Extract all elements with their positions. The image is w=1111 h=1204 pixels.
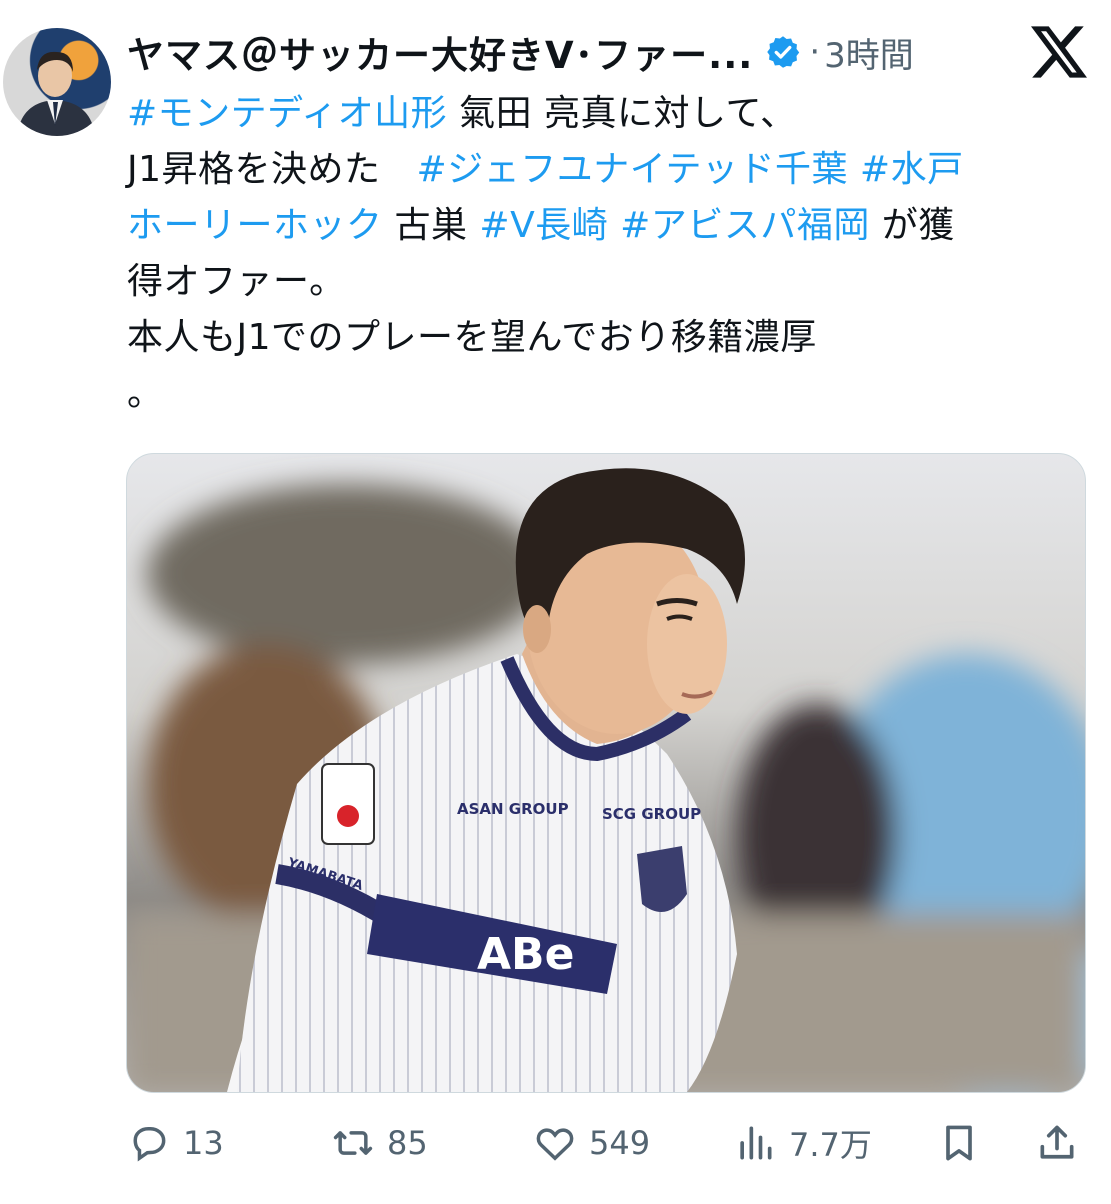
reply-count: 13 (183, 1124, 224, 1162)
text-segment: が獲 (869, 205, 955, 246)
text-segment: 氣田 亮真に対して、 (447, 93, 797, 134)
hashtag-mito-part1[interactable]: #水戸 (848, 149, 964, 190)
view-count: 7.7万 (789, 1126, 872, 1164)
reply-button[interactable]: 13 (127, 1108, 224, 1178)
hashtag-avispa-fukuoka[interactable]: #アビスパ福岡 (620, 205, 870, 246)
verified-badge-icon (767, 36, 800, 68)
share-button[interactable] (1035, 1108, 1091, 1178)
views-button[interactable]: 7.7万 (733, 1108, 872, 1178)
tweet[interactable]: ヤマス＠サッカー大好きV･ファー... · 3時間 #モンテディオ山形 氣田 亮… (0, 0, 1111, 1204)
hashtag-montedio[interactable]: #モンテディオ山形 (127, 93, 447, 134)
photo-football-player: ABe ASAN GROUP SCG GROUP YAMABATA (127, 468, 1085, 1092)
jersey-sponsor-text: ABe (477, 929, 574, 980)
tweet-text: #モンテディオ山形 氣田 亮真に対して、 J1昇格を決めた #ジェフユナイテッド千… (127, 86, 1082, 422)
tweet-text-line-1: #モンテディオ山形 氣田 亮真に対して、 (127, 86, 1082, 142)
author-avatar[interactable] (3, 28, 111, 136)
tweet-text-line-4: 得オファー。 (127, 261, 346, 302)
jersey-left-sponsor: ASAN GROUP (457, 800, 569, 818)
heart-icon (533, 1121, 577, 1165)
reply-icon (127, 1121, 171, 1165)
repost-icon (331, 1121, 375, 1165)
tweet-actions: 13 85 549 7.7万 (127, 1108, 1087, 1178)
repost-count: 85 (387, 1124, 428, 1162)
jersey-right-sponsor: SCG GROUP (602, 805, 701, 823)
hashtag-v-nagasaki[interactable]: #V長崎 (479, 205, 608, 246)
hashtag-mito-part2[interactable]: ホーリーホック (127, 205, 383, 246)
views-chart-icon (733, 1121, 777, 1165)
bookmark-button[interactable] (937, 1108, 993, 1178)
text-segment: J1昇格を決めた (127, 149, 381, 190)
tweet-photo[interactable]: ABe ASAN GROUP SCG GROUP YAMABATA (126, 453, 1086, 1093)
bookmark-icon (937, 1121, 981, 1165)
text-segment: 古巣 (382, 205, 480, 246)
tweet-header: ヤマス＠サッカー大好きV･ファー... · 3時間 (127, 24, 1087, 80)
like-button[interactable]: 549 (533, 1108, 650, 1178)
tweet-timestamp[interactable]: 3時間 (824, 28, 914, 77)
x-logo-icon[interactable] (1031, 26, 1087, 78)
share-icon (1035, 1121, 1079, 1165)
author-display-name[interactable]: ヤマス＠サッカー大好きV･ファー... (127, 25, 753, 79)
hashtag-jef-united[interactable]: #ジェフユナイテッド千葉 (417, 149, 848, 190)
tweet-text-line-5: 本人もJ1でのプレーを望んでおり移籍濃厚 (127, 317, 817, 358)
header-separator: · (809, 32, 821, 72)
avatar-illustration (17, 51, 95, 136)
tweet-text-line-3: ホーリーホック 古巣 #V長崎 #アビスパ福岡 が獲 (127, 198, 1082, 254)
like-count: 549 (589, 1124, 651, 1162)
repost-button[interactable]: 85 (331, 1108, 428, 1178)
tweet-text-line-2: J1昇格を決めた #ジェフユナイテッド千葉 #水戸 (127, 142, 1082, 198)
text-segment (608, 205, 620, 246)
tweet-text-line-6: 。 (127, 373, 164, 414)
